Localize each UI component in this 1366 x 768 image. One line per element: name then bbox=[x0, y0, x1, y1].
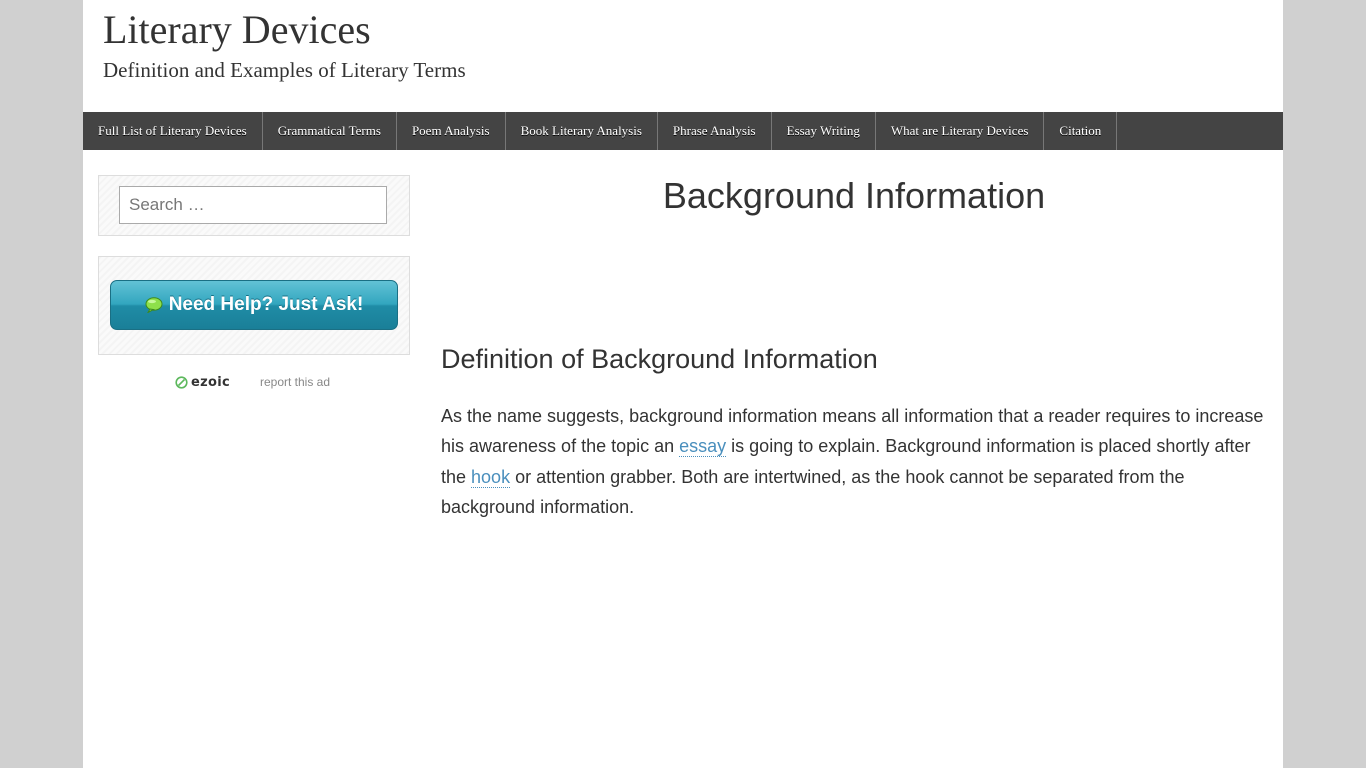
search-widget bbox=[98, 175, 410, 236]
ezoic-logo[interactable]: ezoic bbox=[175, 375, 230, 390]
speech-bubble-icon bbox=[145, 297, 163, 314]
paragraph-text: or attention grabber. Both are intertwin… bbox=[441, 466, 1185, 517]
nav-item-poem-analysis[interactable]: Poem Analysis bbox=[397, 112, 506, 150]
search-input[interactable] bbox=[119, 186, 387, 224]
ezoic-brand: ezoic bbox=[191, 374, 230, 390]
section-heading: Definition of Background Information bbox=[441, 344, 878, 374]
main-navigation: Full List of Literary Devices Grammatica… bbox=[83, 112, 1283, 150]
site-title[interactable]: Literary Devices bbox=[103, 8, 371, 52]
help-widget: Need Help? Just Ask! bbox=[98, 256, 410, 355]
article-paragraph: As the name suggests, background informa… bbox=[441, 401, 1273, 522]
nav-item-what-are-literary-devices[interactable]: What are Literary Devices bbox=[876, 112, 1045, 150]
page-container: Literary Devices Definition and Examples… bbox=[83, 0, 1283, 768]
need-help-label: Need Help? Just Ask! bbox=[168, 294, 364, 315]
hook-link[interactable]: hook bbox=[471, 466, 511, 488]
ad-footer: ezoic report this ad bbox=[175, 374, 330, 390]
site-description: Definition and Examples of Literary Term… bbox=[103, 58, 466, 82]
essay-link[interactable]: essay bbox=[679, 436, 727, 458]
nav-item-full-list[interactable]: Full List of Literary Devices bbox=[83, 112, 263, 150]
nav-item-book-literary-analysis[interactable]: Book Literary Analysis bbox=[506, 112, 658, 150]
ezoic-leaf-icon bbox=[175, 375, 188, 389]
nav-item-essay-writing[interactable]: Essay Writing bbox=[772, 112, 876, 150]
nav-item-grammatical-terms[interactable]: Grammatical Terms bbox=[263, 112, 397, 150]
nav-item-citation[interactable]: Citation bbox=[1044, 112, 1118, 150]
nav-item-phrase-analysis[interactable]: Phrase Analysis bbox=[658, 112, 772, 150]
page-title: Background Information bbox=[662, 175, 1046, 216]
need-help-button[interactable]: Need Help? Just Ask! bbox=[110, 280, 398, 330]
report-ad-link[interactable]: report this ad bbox=[260, 375, 330, 389]
